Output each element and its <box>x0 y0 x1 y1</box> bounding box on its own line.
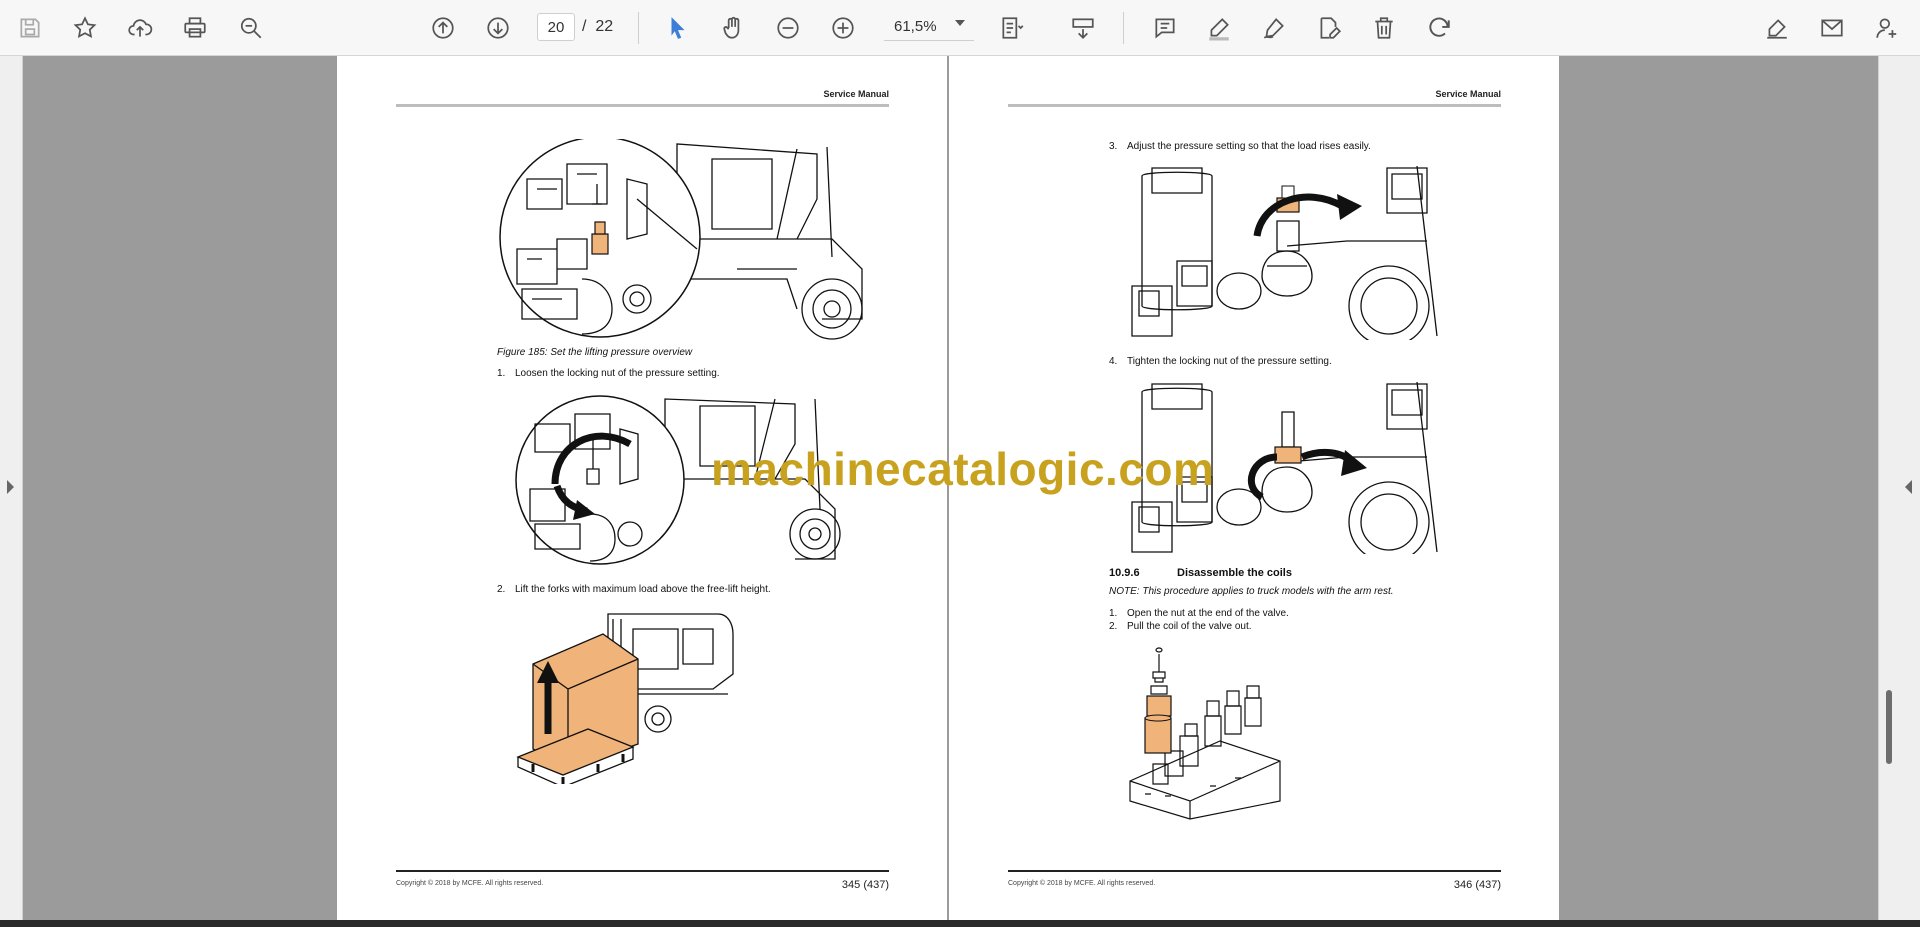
step-item: 1. Loosen the locking nut of the pressure… <box>497 368 720 379</box>
lifting-pressure-overview-figure <box>499 139 878 342</box>
save-icon[interactable] <box>13 11 47 45</box>
page-fit-icon[interactable] <box>995 11 1029 45</box>
email-icon[interactable] <box>1815 11 1849 45</box>
step-text: Open the nut at the end of the valve. <box>1127 608 1289 619</box>
total-pages: 22 <box>595 18 614 35</box>
copyright-notice: Copyright © 2018 by MCFE. All rights res… <box>1008 880 1156 887</box>
sign-icon[interactable] <box>1760 11 1794 45</box>
upload-cloud-icon[interactable] <box>123 11 157 45</box>
share-user-icon[interactable] <box>1870 11 1904 45</box>
step-text: Lift the forks with maximum load above t… <box>515 584 771 595</box>
step-text: Adjust the pressure setting so that the … <box>1127 141 1371 152</box>
step-text: Loosen the locking nut of the pressure s… <box>515 368 720 379</box>
adjust-pressure-figure <box>1131 166 1438 340</box>
coil-disassembly-figure <box>1129 647 1281 820</box>
section-number: 10.9.6 <box>1109 567 1140 579</box>
step-number: 4. <box>1109 356 1118 367</box>
draw-pen-icon[interactable] <box>1257 11 1291 45</box>
expand-left-panel-icon[interactable] <box>7 480 14 494</box>
step-item: 1. Open the nut at the end of the valve. <box>1109 608 1289 619</box>
bottom-status-bar <box>0 920 1920 927</box>
bookmark-star-icon[interactable] <box>68 11 102 45</box>
right-side-panel <box>1878 56 1920 920</box>
step-text: Pull the coil of the valve out. <box>1127 621 1252 632</box>
page-number-label: 345 (437) <box>841 879 889 891</box>
step-number: 2. <box>497 584 506 595</box>
step-item: 4. Tighten the locking nut of the pressur… <box>1109 356 1332 367</box>
expand-right-panel-icon[interactable] <box>1905 480 1912 494</box>
header-rule <box>396 104 889 107</box>
lift-forks-load-figure <box>516 613 734 784</box>
step-number: 1. <box>497 368 506 379</box>
scroll-mode-icon[interactable] <box>1066 11 1100 45</box>
section-title: Disassemble the coils <box>1177 567 1292 579</box>
step-number: 3. <box>1109 141 1118 152</box>
zoom-out-icon[interactable] <box>771 11 805 45</box>
step-number: 2. <box>1109 621 1118 632</box>
step-number: 1. <box>1109 608 1118 619</box>
edit-document-icon[interactable] <box>1312 11 1346 45</box>
page-number-label: 346 (437) <box>1453 879 1501 891</box>
step-item: 3. Adjust the pressure setting so that th… <box>1109 141 1371 152</box>
running-header: Service Manual <box>1435 89 1501 99</box>
section-heading: 10.9.6 Disassemble the coils <box>1109 567 1292 579</box>
toolbar-divider <box>1123 12 1124 44</box>
footer-rule <box>1008 870 1501 872</box>
page-separator: / <box>582 18 587 35</box>
comment-icon[interactable] <box>1148 11 1182 45</box>
previous-page-icon[interactable] <box>426 11 460 45</box>
step-item: 2. Pull the coil of the valve out. <box>1109 621 1252 632</box>
footer-rule <box>396 870 889 872</box>
note-text: NOTE: This procedure applies to truck mo… <box>1109 586 1394 597</box>
next-page-icon[interactable] <box>481 11 515 45</box>
step-text: Tighten the locking nut of the pressure … <box>1127 356 1332 367</box>
vertical-scrollbar[interactable] <box>1886 690 1892 764</box>
page-number-input[interactable]: 20 <box>537 13 575 41</box>
copyright-notice: Copyright © 2018 by MCFE. All rights res… <box>396 880 544 887</box>
running-header: Service Manual <box>823 89 889 99</box>
toolbar: 20 / 22 61,5% <box>0 0 1920 56</box>
zoom-level-select[interactable]: 61,5% <box>884 13 974 41</box>
watermark-text: machinecatalogic.com <box>711 443 1215 495</box>
delete-trash-icon[interactable] <box>1367 11 1401 45</box>
hand-tool-icon[interactable] <box>716 11 750 45</box>
select-cursor-icon[interactable] <box>661 11 695 45</box>
page-count: / 22 <box>582 18 613 36</box>
toolbar-divider <box>638 12 639 44</box>
chevron-down-icon[interactable] <box>955 20 965 26</box>
zoom-in-icon[interactable] <box>826 11 860 45</box>
step-item: 2. Lift the forks with maximum load above… <box>497 584 771 595</box>
highlight-pen-icon[interactable] <box>1202 11 1236 45</box>
redo-icon[interactable] <box>1422 11 1456 45</box>
figure-caption: Figure 185: Set the lifting pressure ove… <box>497 347 693 358</box>
header-rule <box>1008 104 1501 107</box>
print-icon[interactable] <box>178 11 212 45</box>
zoom-search-icon[interactable] <box>234 11 268 45</box>
